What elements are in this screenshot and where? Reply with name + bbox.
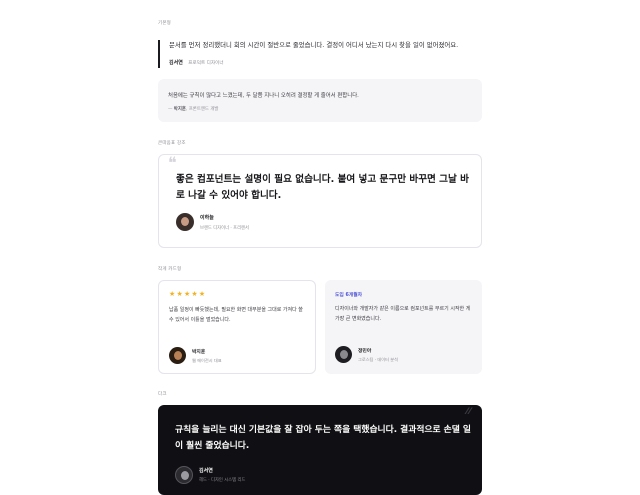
testimonial-gallery: 기본형 문서를 먼저 정리했더니 회의 시간이 절반으로 줄었습니다. 결정이 … [158, 0, 482, 495]
dark-quote-text: 규칙을 늘리는 대신 기본값을 잘 잡아 두는 쪽을 택했습니다. 결과적으로 … [175, 425, 472, 451]
author-name: 김서연 [199, 468, 213, 474]
author-role: 웹 에이전시 대표 [192, 357, 222, 363]
author-name: 박지훈 [192, 349, 206, 355]
section-label-featured: 큰따옴표 강조 [158, 141, 186, 146]
note-quote-text: 처음에는 규칙이 많다고 느꼈는데, 두 달쯤 지나니 오히려 결정할 게 줄어… [168, 93, 359, 99]
basic-quote-text: 문서를 먼저 정리했더니 회의 시간이 절반으로 줄었습니다. 결정이 어디서 … [169, 41, 459, 49]
section-label-basic: 기본형 [158, 21, 172, 26]
note-quote-author: — 박지훈, 프론트엔드 개발 [168, 107, 219, 112]
testimonial-card-rating: ★★★★★ 납품 일정이 빠듯했는데, 필요한 화면 대부분을 그대로 가져다 … [158, 280, 316, 374]
author-name: 이하늘 [200, 214, 214, 221]
featured-testimonial-card: ❝ 좋은 컴포넌트는 설명이 필요 없습니다. 붙여 넣고 문구만 바꾸면 그날… [158, 154, 482, 248]
author-name: 박지훈 [173, 107, 186, 112]
dark-author: 김서연 헤드 · 디자인 시스템 리드 [175, 466, 245, 484]
author-role: 브랜드 디자이너 · 프리랜서 [200, 225, 249, 231]
note-quote-box: 처음에는 규칙이 많다고 느꼈는데, 두 달쯤 지나니 오히려 결정할 게 줄어… [158, 79, 482, 122]
card-author: 정민아 그로스팀 · 데이터 분석 [335, 346, 398, 363]
usage-tag: 도입 6개월차 [335, 293, 363, 298]
testimonial-card-tagged: 도입 6개월차 디자이너와 개발자가 같은 이름으로 컴포넌트를 부르기 시작한… [325, 280, 482, 374]
basic-quote-author: 김서연 프로덕트 디자이너 [169, 59, 482, 66]
author-name: 정민아 [358, 348, 372, 354]
featured-quote-text: 좋은 컴포넌트는 설명이 필요 없습니다. 붙여 넣고 문구만 바꾸면 그날 바… [176, 174, 470, 201]
section-label-cards: 작게 카드형 [158, 267, 182, 272]
avatar [176, 213, 194, 231]
author-role: 프론트엔드 개발 [188, 107, 219, 112]
star-rating-icon: ★★★★★ [169, 290, 207, 298]
basic-quote-block: 문서를 먼저 정리했더니 회의 시간이 절반으로 줄었습니다. 결정이 어디서 … [158, 40, 482, 68]
card-author: 박지훈 웹 에이전시 대표 [169, 347, 222, 364]
author-role: 그로스팀 · 데이터 분석 [358, 356, 398, 362]
slash-decoration-icon: ⁄⁄ ⁄⁄ [466, 407, 471, 417]
section-label-dark: 다크 [158, 392, 167, 397]
dash: — [168, 107, 173, 112]
quote-mark-icon: ❝ [168, 153, 177, 172]
card-quote-text: 납품 일정이 빠듯했는데, 필요한 화면 대부분을 그대로 가져다 쓸 수 있어… [169, 307, 303, 323]
author-name: 김서연 [169, 60, 183, 66]
avatar [335, 346, 352, 363]
testimonial-cards: ★★★★★ 납품 일정이 빠듯했는데, 필요한 화면 대부분을 그대로 가져다 … [158, 280, 482, 374]
dark-testimonial-card: ⁄⁄ ⁄⁄ 규칙을 늘리는 대신 기본값을 잘 잡아 두는 쪽을 택했습니다. … [158, 405, 482, 495]
author-role: 헤드 · 디자인 시스템 리드 [199, 478, 246, 483]
featured-author: 이하늘 브랜드 디자이너 · 프리랜서 [176, 213, 249, 231]
card-quote-text: 디자이너와 개발자가 같은 이름으로 컴포넌트를 부르기 시작한 게 가장 큰 … [335, 306, 471, 322]
avatar [169, 347, 186, 364]
avatar [175, 466, 193, 484]
author-role: 프로덕트 디자이너 [188, 61, 224, 66]
